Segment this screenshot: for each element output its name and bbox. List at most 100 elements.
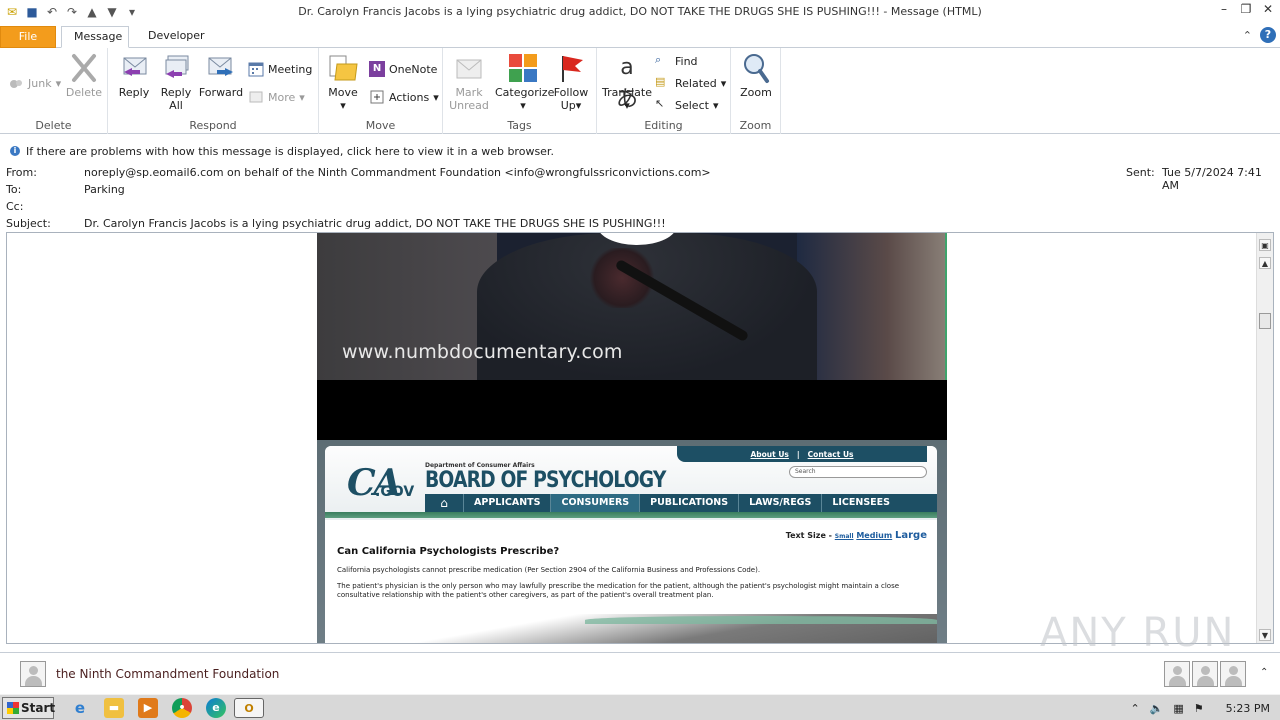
action-center-flag-icon[interactable]: ⚑ — [1194, 702, 1204, 715]
contact-avatar-3[interactable] — [1220, 661, 1246, 687]
junk-button[interactable]: Junk ▾ — [8, 74, 61, 92]
contact-avatar-1[interactable] — [1164, 661, 1190, 687]
system-tray: ⌃ 🔈 ▦ ⚑ 5:23 PM — [1130, 695, 1280, 720]
undo-icon[interactable]: ↶ — [44, 4, 60, 20]
volume-icon[interactable]: 🔈 — [1150, 702, 1164, 715]
move-label: Move — [328, 86, 358, 99]
save-icon[interactable]: ■ — [24, 4, 40, 20]
minimize-icon[interactable]: – — [1216, 2, 1232, 18]
ca-question-heading: Can California Psychologists Prescribe? — [337, 546, 560, 557]
to-value[interactable]: Parking — [84, 183, 125, 196]
ribbon-group-editing: aあ Translate ▾ ⌕ Find ▤ Related ▾ ↖ Select… — [597, 48, 731, 134]
reply-all-label-2: All — [169, 99, 183, 112]
info-bar-text[interactable]: If there are problems with how this mess… — [26, 145, 554, 158]
ie-icon[interactable]: e — [70, 698, 90, 718]
delete-button[interactable]: Delete — [64, 52, 104, 99]
ca-board-screenshot[interactable]: About Us | Contact Us CA .GOV Department… — [317, 440, 947, 643]
video-image[interactable]: www.numbdocumentary.com — [317, 233, 947, 380]
next-item-icon[interactable]: ▼ — [104, 4, 120, 20]
subject-value: Dr. Carolyn Francis Jacobs is a lying ps… — [84, 217, 666, 230]
nav-publications[interactable]: PUBLICATIONS — [639, 494, 738, 512]
follow-up-label-1: Follow — [553, 86, 589, 99]
restore-icon[interactable]: ❐ — [1238, 2, 1254, 18]
categorize-label: Categorize — [495, 86, 555, 99]
text-size-large[interactable]: Large — [895, 530, 927, 541]
tab-file[interactable]: File — [0, 26, 56, 48]
ca-search-input[interactable]: Search — [789, 466, 927, 478]
move-button[interactable]: Move ▾ — [325, 52, 361, 112]
edge-icon[interactable]: e — [206, 698, 226, 718]
close-icon[interactable]: ✕ — [1260, 2, 1276, 18]
cc-label: Cc: — [6, 200, 24, 213]
delete-label: Delete — [65, 86, 103, 99]
junk-icon — [10, 80, 22, 88]
group-label-delete: Delete — [35, 119, 72, 132]
chrome-icon[interactable]: • — [172, 698, 192, 718]
folder-icon[interactable]: ▬ — [104, 698, 124, 718]
from-value[interactable]: noreply@sp.eomail6.com on behalf of the … — [84, 166, 711, 179]
expand-people-pane-icon[interactable]: ⌃ — [1260, 667, 1268, 678]
reply-button[interactable]: Reply — [114, 52, 154, 99]
subject-label: Subject: — [6, 217, 51, 230]
start-button[interactable]: Start — [2, 697, 55, 719]
contact-avatar-2[interactable] — [1192, 661, 1218, 687]
text-size-small[interactable]: Small — [835, 533, 854, 540]
customize-qat-icon[interactable]: ▾ — [124, 4, 140, 20]
select-button[interactable]: ↖ Select ▾ — [655, 96, 718, 114]
clock[interactable]: 5:23 PM — [1226, 702, 1270, 715]
reply-all-button[interactable]: Reply All — [156, 52, 196, 112]
related-button[interactable]: ▤ Related ▾ — [655, 74, 726, 92]
help-icon[interactable]: ? — [1260, 27, 1276, 43]
collapse-ribbon-icon[interactable]: ⌃ — [1243, 29, 1252, 42]
tray-expand-icon[interactable]: ⌃ — [1130, 702, 1139, 715]
follow-up-flag-icon — [562, 56, 583, 82]
forward-button[interactable]: Forward — [198, 52, 244, 99]
contact-us-link[interactable]: Contact Us — [808, 450, 854, 459]
categorize-button[interactable]: Categorize ▾ — [495, 52, 555, 112]
onenote-button[interactable]: N OneNote — [369, 60, 437, 78]
vertical-scrollbar[interactable]: ▣ ▲ ▼ — [1256, 233, 1273, 643]
find-button[interactable]: ⌕ Find — [655, 52, 698, 70]
home-icon[interactable]: ⌂ — [425, 494, 463, 512]
translate-button[interactable]: aあ Translate ▾ — [601, 52, 653, 112]
text-size-medium[interactable]: Medium — [856, 531, 892, 540]
tab-message[interactable]: Message — [61, 26, 129, 48]
more-respond-button[interactable]: More ▾ — [248, 88, 305, 106]
previous-item-icon[interactable]: ▲ — [84, 4, 100, 20]
follow-up-button[interactable]: Follow Up▾ — [551, 52, 591, 112]
nav-licensees[interactable]: LICENSEES — [821, 494, 900, 512]
translate-label: Translate — [602, 86, 652, 99]
meeting-calendar-icon — [248, 62, 264, 77]
nav-laws-regs[interactable]: LAWS/REGS — [738, 494, 821, 512]
nav-applicants[interactable]: APPLICANTS — [463, 494, 550, 512]
media-player-icon[interactable]: ▶ — [138, 698, 158, 718]
people-pane-name[interactable]: the Ninth Commandment Foundation — [56, 667, 279, 681]
network-icon[interactable]: ▦ — [1173, 702, 1183, 715]
zoom-label: Zoom — [740, 86, 772, 99]
outlook-envelope-icon: ✉ — [6, 5, 18, 19]
redo-icon[interactable]: ↷ — [64, 4, 80, 20]
outlook-taskbar-icon[interactable]: O — [234, 698, 264, 718]
scroll-up-arrow[interactable]: ▲ — [1259, 257, 1271, 269]
video-url-text: www.numbdocumentary.com — [342, 341, 623, 363]
select-cursor-icon: ↖ — [655, 97, 665, 110]
ribbon: Junk ▾ Delete Delete Reply Reply All Forw… — [0, 48, 1280, 134]
zoom-button[interactable]: Zoom — [737, 52, 775, 99]
meeting-button[interactable]: Meeting — [248, 60, 312, 78]
more-label: More — [268, 90, 296, 104]
sender-avatar[interactable] — [20, 661, 46, 687]
scroll-thumb[interactable] — [1259, 313, 1271, 329]
more-icon — [249, 91, 263, 103]
mark-unread-button[interactable]: Mark Unread — [449, 52, 489, 112]
find-label: Find — [675, 54, 698, 68]
info-bar[interactable]: i If there are problems with how this me… — [0, 142, 1280, 160]
nav-consumers[interactable]: CONSUMERS — [550, 494, 640, 512]
message-body[interactable]: www.numbdocumentary.com About Us | Conta… — [6, 232, 1274, 644]
follow-up-label-2: Up — [560, 99, 576, 112]
about-us-link[interactable]: About Us — [750, 450, 788, 459]
scroll-down-arrow[interactable]: ▼ — [1259, 629, 1271, 641]
actions-button[interactable]: Actions ▾ — [369, 88, 439, 106]
find-binoculars-icon: ⌕ — [655, 53, 662, 66]
reading-pane-icon[interactable]: ▣ — [1259, 239, 1271, 251]
tab-developer[interactable]: Developer — [136, 26, 217, 48]
